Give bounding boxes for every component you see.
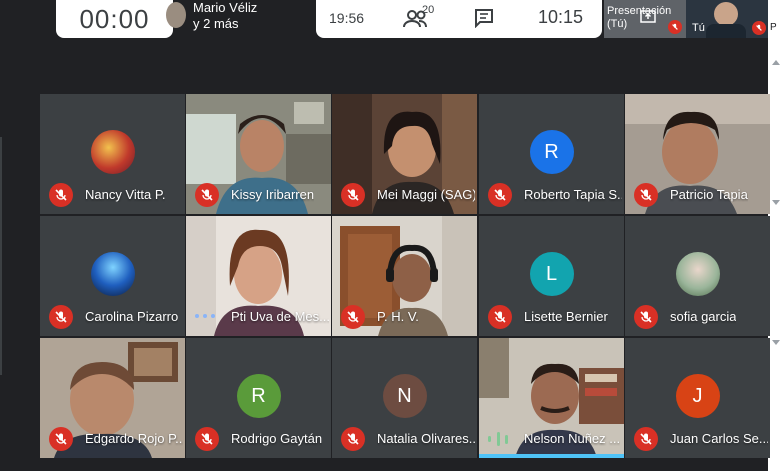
- participant-name: P. H. V.: [377, 309, 419, 324]
- mic-off-icon: [195, 427, 219, 451]
- participant-tile[interactable]: Nancy Vitta P.: [40, 94, 185, 214]
- recording-timer: 00:00: [56, 0, 173, 38]
- participant-tile[interactable]: Patricio Tapia: [625, 94, 770, 214]
- participant-avatar: [90, 252, 135, 296]
- avatar-letter: L: [545, 262, 558, 285]
- participant-name: Pti Uva de Mes...: [231, 309, 329, 324]
- side-panel-edge: P: [768, 0, 783, 471]
- timer-text: 00:00: [79, 3, 150, 34]
- participant-avatar: J: [675, 374, 720, 418]
- mic-off-icon: [488, 305, 512, 329]
- participant-name: Nelson Nuñez ...: [524, 431, 621, 446]
- mic-off-icon: [49, 427, 73, 451]
- mic-off-icon: [634, 427, 658, 451]
- participants-grid: Nancy Vitta P. Kissy Iribarren Mei Maggi…: [40, 94, 770, 460]
- call-info-bar: 19:56 20 10:15: [316, 0, 602, 38]
- mic-off-icon: [49, 305, 73, 329]
- participant-name: Rodrigo Gaytán: [231, 431, 323, 446]
- active-speaker-indicator: [479, 454, 624, 458]
- presenter-avatar: [166, 2, 186, 28]
- participant-tile[interactable]: R Rodrigo Gaytán: [186, 338, 331, 458]
- self-video-person: [714, 2, 738, 26]
- participant-name: Kissy Iribarren: [231, 187, 315, 202]
- participant-name: Carolina Pizarro: [85, 309, 179, 324]
- participant-name: Nancy Vitta P.: [85, 187, 166, 202]
- top-bar: 00:00 Mario Véliz y 2 más 19:56 20 10:15…: [0, 0, 783, 40]
- participant-name: Roberto Tapia S...: [524, 187, 622, 202]
- participant-tile[interactable]: L Lisette Bernier: [479, 216, 624, 336]
- mic-off-icon: [341, 305, 365, 329]
- participant-tile[interactable]: J Juan Carlos Se...: [625, 338, 770, 458]
- participants-count: 20: [422, 4, 435, 16]
- participant-name: Mei Maggi (SAG): [377, 187, 475, 202]
- participant-tile[interactable]: Edgardo Rojo P...: [40, 338, 185, 458]
- side-panel-label: P: [770, 22, 777, 33]
- participant-tile[interactable]: R Roberto Tapia S...: [479, 94, 624, 214]
- participant-name: Natalia Olivares...: [377, 431, 475, 446]
- elapsed-time: 19:56: [329, 10, 365, 26]
- participant-tile[interactable]: sofia garcia: [625, 216, 770, 336]
- participant-tile[interactable]: N Natalia Olivares...: [332, 338, 477, 458]
- mic-off-icon: [341, 183, 365, 207]
- mic-off-icon: [488, 183, 512, 207]
- presenter-info: Mario Véliz y 2 más: [193, 0, 257, 32]
- presentation-thumbnail[interactable]: Presentación (Tú): [604, 0, 686, 38]
- participant-avatar: [675, 252, 720, 296]
- participant-avatar: R: [236, 374, 281, 418]
- mic-off-icon: [195, 183, 219, 207]
- participant-name: Edgardo Rojo P...: [85, 431, 183, 446]
- avatar-letter: R: [544, 140, 559, 163]
- participant-tile[interactable]: P. H. V.: [332, 216, 477, 336]
- left-divider: [0, 137, 2, 375]
- participant-avatar: R: [529, 130, 574, 174]
- participant-tile[interactable]: Nelson Nuñez ...: [479, 338, 624, 458]
- chat-icon[interactable]: [474, 8, 494, 28]
- participant-name: Lisette Bernier: [524, 309, 608, 324]
- chevron-up-icon[interactable]: [772, 60, 780, 65]
- participant-tile[interactable]: Carolina Pizarro: [40, 216, 185, 336]
- mic-off-icon: [634, 183, 658, 207]
- participant-avatar: L: [529, 252, 574, 296]
- participant-tile[interactable]: Kissy Iribarren: [186, 94, 331, 214]
- clock-time: 10:15: [538, 7, 584, 27]
- speaking-dots-icon: [195, 309, 215, 323]
- chevron-down-icon[interactable]: [772, 340, 780, 345]
- self-label: Tú: [692, 22, 705, 34]
- avatar-letter: J: [692, 384, 703, 407]
- participant-name: Patricio Tapia: [670, 187, 748, 202]
- mic-off-icon: [668, 20, 682, 34]
- audio-wave-icon: [488, 431, 508, 447]
- present-icon: [640, 10, 656, 23]
- self-video-shirt: [706, 24, 746, 38]
- participant-tile[interactable]: Pti Uva de Mes...: [186, 216, 331, 336]
- mic-off-icon: [49, 183, 73, 207]
- participant-avatar: N: [382, 374, 427, 418]
- avatar-letter: N: [397, 384, 412, 407]
- avatar-letter: R: [251, 384, 266, 407]
- chevron-down-icon[interactable]: [772, 200, 780, 205]
- participant-avatar: [90, 130, 135, 174]
- participant-name: sofia garcia: [670, 309, 737, 324]
- presenter-others-line: y 2 más: [193, 16, 239, 31]
- presenter-name-line: Mario Véliz: [193, 0, 258, 15]
- self-video-thumbnail[interactable]: Tú: [686, 0, 768, 38]
- participant-tile[interactable]: Mei Maggi (SAG): [332, 94, 477, 214]
- bottom-strip: [0, 460, 768, 471]
- mic-off-icon: [341, 427, 365, 451]
- mic-off-icon: [752, 21, 766, 35]
- mic-off-icon: [634, 305, 658, 329]
- participant-name: Juan Carlos Se...: [670, 431, 768, 446]
